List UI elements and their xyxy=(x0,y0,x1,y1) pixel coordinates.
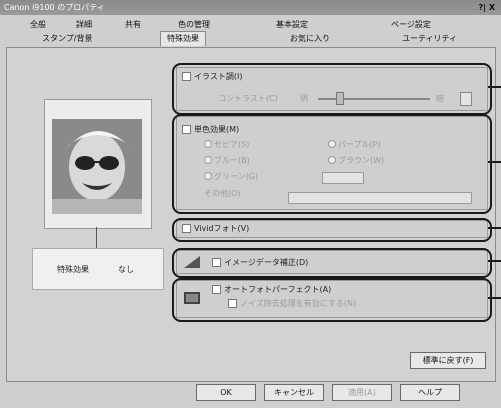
monochrome-other-field[interactable] xyxy=(322,172,364,184)
monochrome-other-label: その他(O) xyxy=(204,189,241,198)
tab-general[interactable]: 全般 xyxy=(30,18,46,32)
auto-photo-label: オートフォトパーフェクト(A) xyxy=(224,285,332,294)
tab-utility[interactable]: ユーティリティ xyxy=(402,32,457,46)
preview-frame xyxy=(44,99,152,229)
radio-purple-label: パープル(P) xyxy=(338,140,381,149)
noise-reduction-label: ノイズ除去処理を有効にする(N) xyxy=(240,299,357,308)
monochrome-checkbox[interactable] xyxy=(182,125,191,134)
title-bar: Canon i9100 のプロパティ ?| X xyxy=(0,0,501,15)
contrast-slider-thumb[interactable] xyxy=(336,92,344,105)
effect-status-value: なし xyxy=(118,265,134,274)
callout-leader-4 xyxy=(488,260,501,262)
window-title: Canon i9100 のプロパティ xyxy=(4,3,105,12)
cancel-button[interactable]: キャンセル xyxy=(264,384,324,401)
preview-photo xyxy=(52,119,142,214)
image-data-label: イメージデータ補正(D) xyxy=(224,258,309,267)
image-data-group xyxy=(176,250,488,274)
contrast-label: コントラスト(C) xyxy=(218,94,278,103)
callout-leader-2 xyxy=(488,161,501,163)
contrast-spin[interactable] xyxy=(460,92,472,106)
radio-green[interactable] xyxy=(204,172,212,180)
radio-brown[interactable] xyxy=(328,156,336,164)
image-data-icon xyxy=(184,256,200,268)
vivid-label: Vividフォト(V) xyxy=(194,224,250,233)
tab-details[interactable]: 詳細 xyxy=(76,18,92,32)
contrast-high-label: 暗 xyxy=(436,94,444,103)
monochrome-label: 単色効果(M) xyxy=(194,125,240,134)
radio-green-label: グリーン(G) xyxy=(214,172,259,181)
callout-leader-5 xyxy=(488,297,501,299)
contrast-slider-track[interactable] xyxy=(318,98,430,100)
printer-properties-window: Canon i9100 のプロパティ ?| X 全般 詳細 共有 色の管理 基本… xyxy=(0,0,501,408)
radio-sepia[interactable] xyxy=(204,140,212,148)
effect-status-box: 特殊効果 なし xyxy=(32,248,164,290)
tab-row-bottom: スタンプ/背景 特殊効果 お気に入り ユーティリティ xyxy=(8,31,494,46)
tab-color-management[interactable]: 色の管理 xyxy=(178,18,210,32)
ok-button[interactable]: OK xyxy=(196,384,256,401)
vivid-checkbox[interactable] xyxy=(182,224,191,233)
radio-brown-label: ブラウン(W) xyxy=(338,156,385,165)
tab-stamp-background[interactable]: スタンプ/背景 xyxy=(42,32,92,46)
illustration-checkbox[interactable] xyxy=(182,72,191,81)
help-button[interactable]: ヘルプ xyxy=(400,384,460,401)
tab-sharing[interactable]: 共有 xyxy=(125,18,141,32)
radio-sepia-label: セピア(S) xyxy=(214,140,250,149)
auto-photo-icon xyxy=(184,292,200,304)
effect-status-label: 特殊効果 xyxy=(57,265,89,274)
radio-purple[interactable] xyxy=(328,140,336,148)
callout-leader-3 xyxy=(488,227,501,229)
apply-button[interactable]: 適用(A) xyxy=(332,384,392,401)
radio-blue-label: ブルー(B) xyxy=(214,156,250,165)
tab-page-setup[interactable]: ページ設定 xyxy=(391,18,431,32)
tab-main[interactable]: 基本設定 xyxy=(276,18,308,32)
tab-favorites[interactable]: お気に入り xyxy=(290,32,330,46)
tab-row-top: 全般 詳細 共有 色の管理 基本設定 ページ設定 xyxy=(8,18,494,32)
restore-defaults-button[interactable]: 標準に戻す(F) xyxy=(410,352,486,369)
image-data-checkbox[interactable] xyxy=(212,258,221,267)
callout-leader-1 xyxy=(488,86,501,88)
preview-connector xyxy=(96,227,97,249)
tab-special-effects[interactable]: 特殊効果 xyxy=(160,31,206,46)
illustration-label: イラスト調(I) xyxy=(194,72,243,81)
contrast-low-label: 明 xyxy=(300,94,308,103)
title-controls[interactable]: ?| X xyxy=(478,0,495,15)
radio-blue[interactable] xyxy=(204,156,212,164)
auto-photo-checkbox[interactable] xyxy=(212,285,221,294)
monochrome-color-bar[interactable] xyxy=(288,192,472,204)
noise-reduction-checkbox[interactable] xyxy=(228,299,237,308)
